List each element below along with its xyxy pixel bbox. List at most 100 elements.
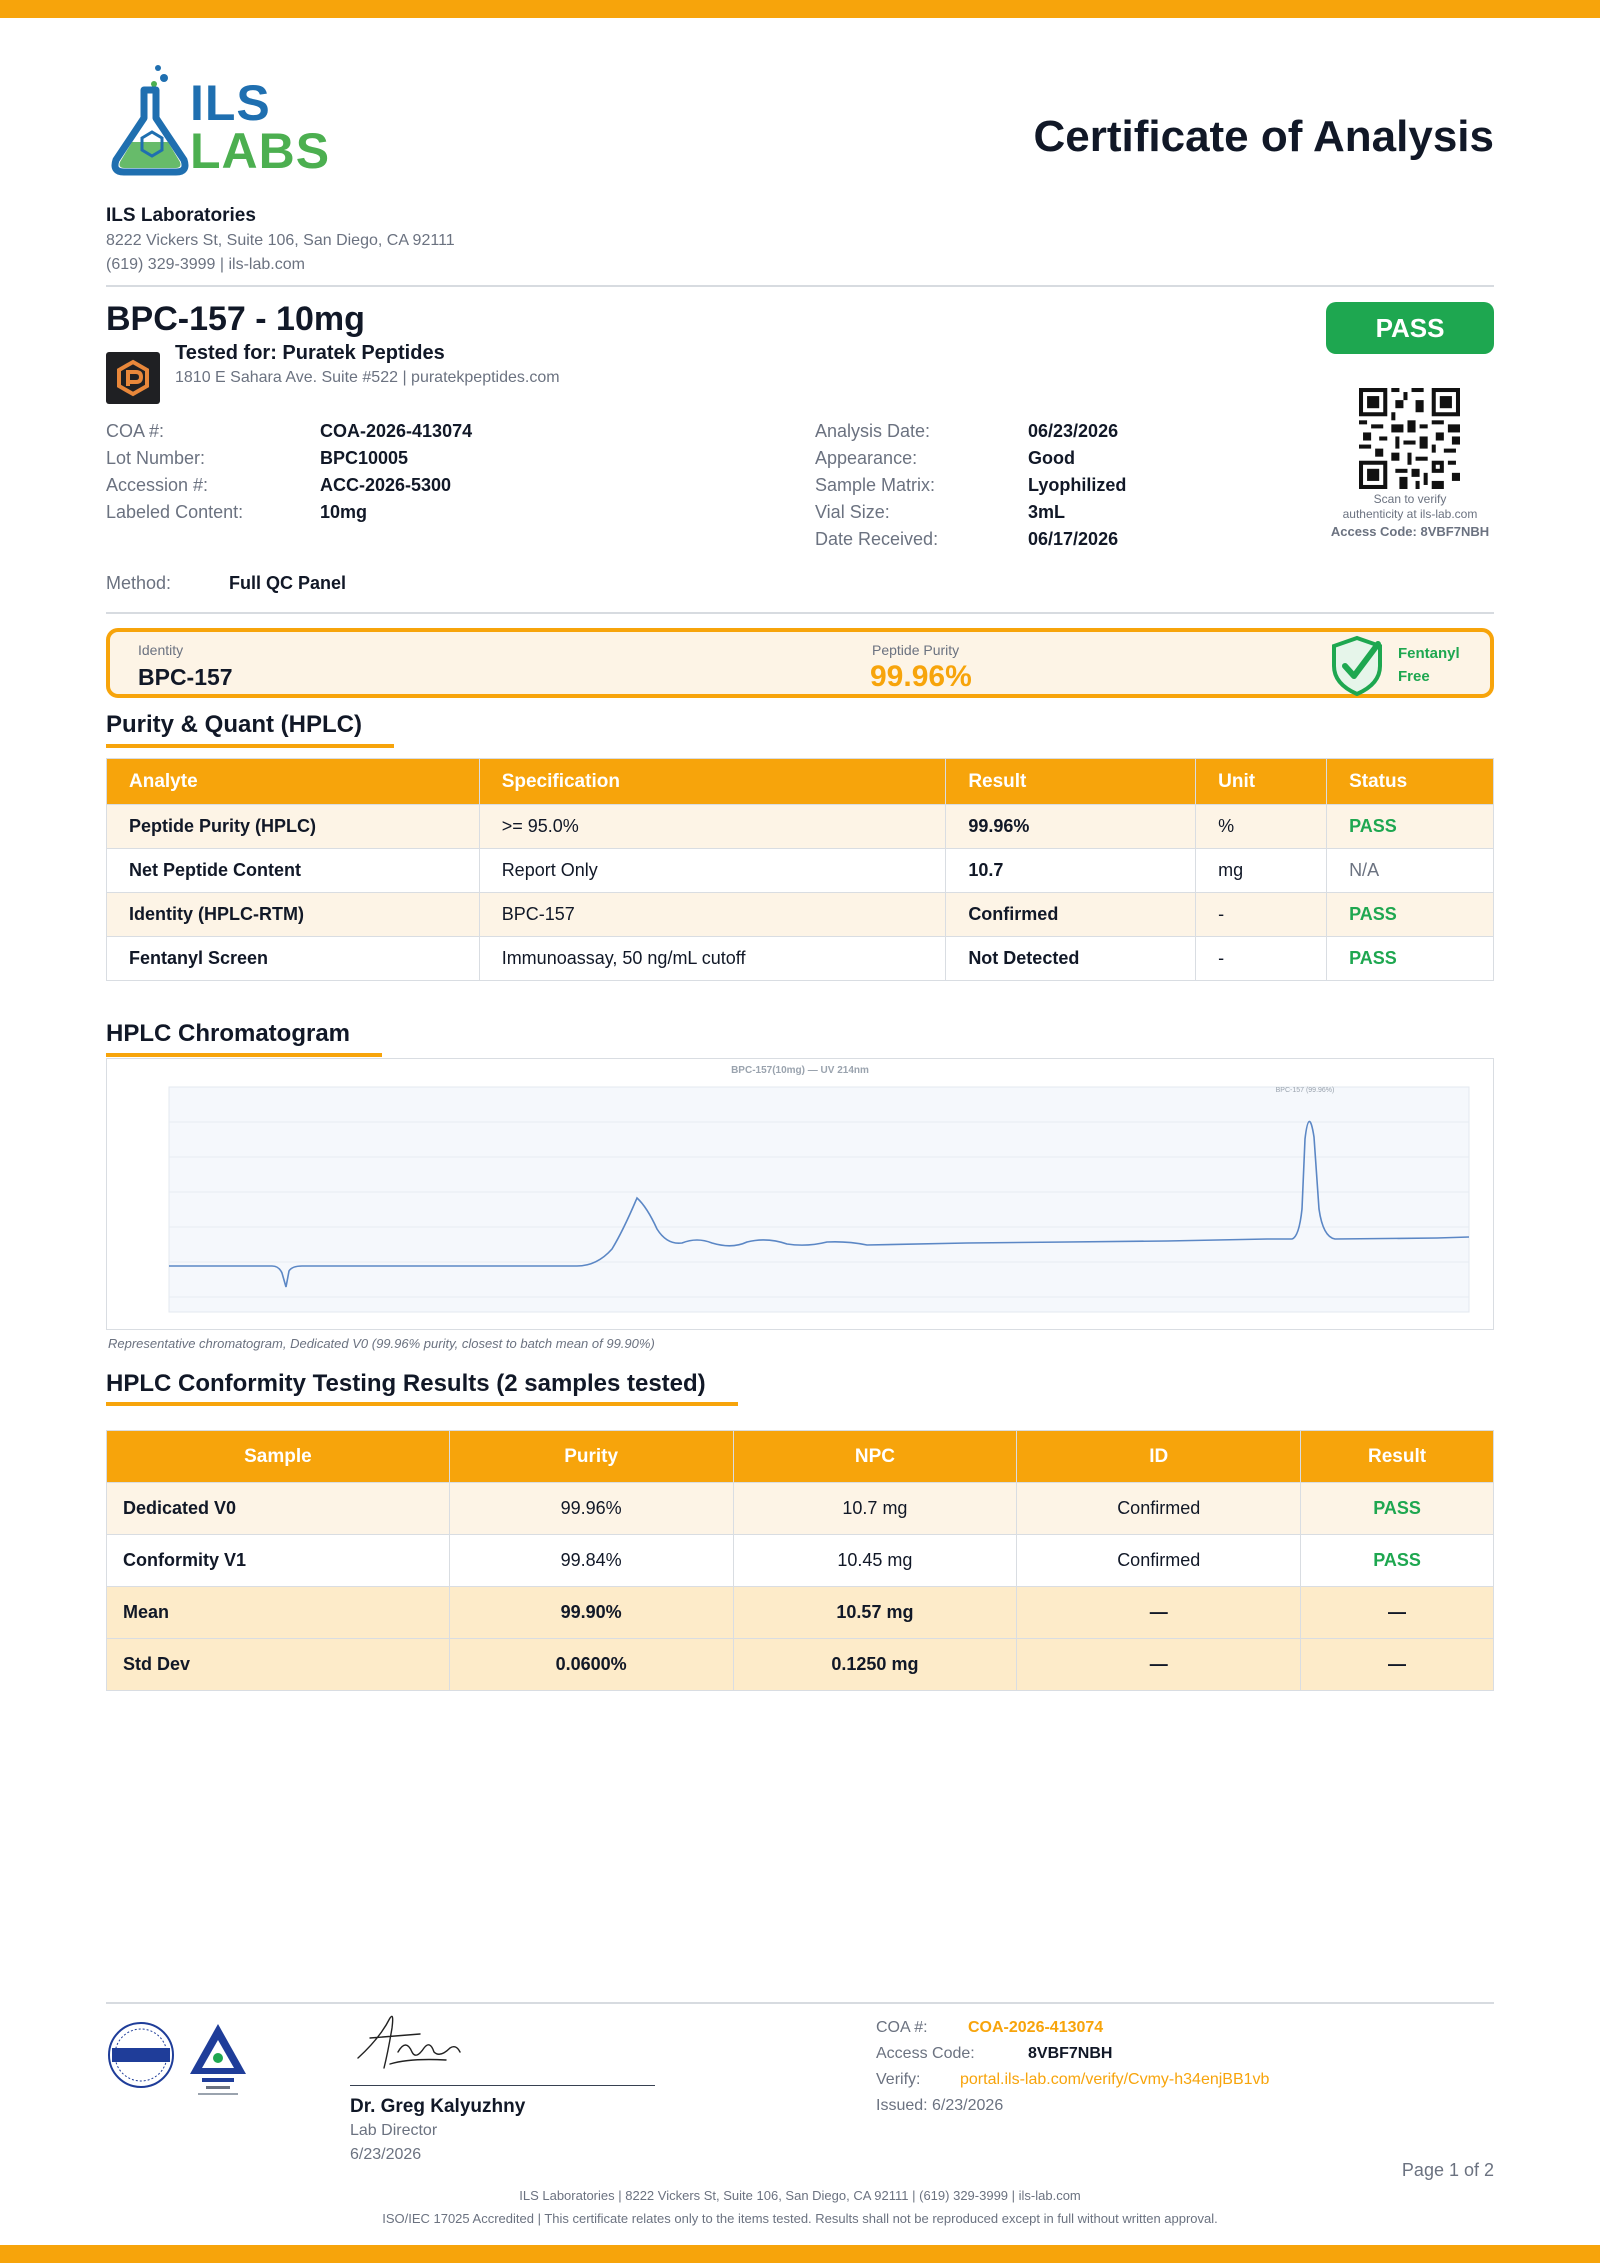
table-cell: — [1016, 1638, 1302, 1691]
table-cell: — [1016, 1586, 1302, 1639]
puratek-logo-icon [117, 359, 149, 397]
table-cell: 10.57 mg [732, 1586, 1018, 1639]
footer-coa-value: COA-2026-413074 [968, 2019, 1104, 2036]
document-title: Certificate of Analysis [1033, 112, 1494, 161]
purity-section-title: Purity & Quant (HPLC) [106, 711, 362, 738]
summary-box: Identity BPC-157 Peptide Purity 99.96% F… [106, 628, 1494, 698]
chromatogram-caption: Representative chromatogram, Dedicated V… [108, 1336, 655, 1351]
qr-code-icon[interactable] [1359, 388, 1460, 489]
conformity-section-title: HPLC Conformity Testing Results (2 sampl… [106, 1370, 706, 1397]
qr-caption: Scan to verify authenticity at ils-lab.c… [1326, 492, 1494, 522]
method-value: Full QC Panel [229, 573, 347, 593]
detail-coa: COA #: COA-2026-413074 [106, 418, 506, 445]
detail-vial-size: Vial Size: 3mL [815, 499, 1215, 526]
status-cell: PASS [1326, 804, 1494, 849]
method-row: Method: Full QC Panel [106, 570, 506, 597]
footer-coa-label: COA #: [876, 2019, 928, 2036]
footer-access-label: Access Code: [876, 2045, 975, 2062]
table-cell: Identity (HPLC-RTM) [106, 892, 480, 937]
footer-issued: Issued: 6/23/2026 [876, 2097, 1004, 2114]
verify-link[interactable]: portal.ils-lab.com/verify/Cvmy-h34enjBB1… [960, 2067, 1269, 2093]
table-row: Net Peptide Content Report Only 10.7 mg … [106, 848, 1494, 893]
status-cell: PASS [1326, 892, 1494, 937]
header-divider [106, 285, 1494, 287]
table-row: Std Dev 0.0600% 0.1250 mg — — [106, 1638, 1494, 1691]
identity-label: Identity [138, 642, 184, 658]
table-cell: 99.96% [448, 1482, 734, 1535]
table-cell: - [1195, 936, 1328, 981]
detail-appearance: Appearance: Good [815, 445, 1215, 472]
table-cell: 0.0600% [448, 1638, 734, 1691]
detail-value: 3mL [1028, 502, 1066, 522]
chromatogram-image: BPC-157(10mg) — UV 214nm BPC-157 (99.96%… [106, 1058, 1494, 1330]
footer-coa-row: COA #: COA-2026-413074 [876, 2015, 1476, 2041]
detail-analysis-date: Analysis Date: 06/23/2026 [815, 418, 1215, 445]
conformity-section-underline [106, 1402, 738, 1406]
details-divider [106, 612, 1494, 614]
column-header: NPC [732, 1430, 1018, 1483]
table-row: Peptide Purity (HPLC) >= 95.0% 99.96% % … [106, 804, 1494, 849]
table-cell: 10.45 mg [732, 1534, 1018, 1587]
footer-access-value: 8VBF7NBH [1028, 2045, 1113, 2062]
table-row: Identity (HPLC-RTM) BPC-157 Confirmed - … [106, 892, 1494, 937]
column-header: Unit [1195, 758, 1328, 805]
detail-label: Date Received: [815, 529, 939, 549]
table-cell: 99.90% [448, 1586, 734, 1639]
footer-disclaimer: ISO/IEC 17025 Accredited | This certific… [382, 2211, 1218, 2226]
footer-divider [106, 2002, 1494, 2004]
purity-value: 99.96% [870, 660, 972, 693]
table-cell: BPC-157 [478, 892, 947, 937]
detail-value: Good [1028, 448, 1075, 468]
table-cell: Mean [106, 1586, 450, 1639]
detail-value: 06/17/2026 [1028, 529, 1119, 549]
ilac-mra-icon [108, 2022, 174, 2088]
detail-label: Accession #: [106, 475, 209, 495]
top-accent-bar [0, 0, 1600, 18]
pjla-icon [190, 2024, 246, 2095]
purity-section-underline [106, 744, 394, 748]
table-cell: >= 95.0% [478, 804, 947, 849]
table-cell: Immunoassay, 50 ng/mL cutoff [478, 936, 947, 981]
detail-value: 10mg [320, 502, 368, 522]
status-cell: N/A [1326, 848, 1494, 893]
table-cell: Confirmed [945, 892, 1197, 937]
identity-value: BPC-157 [138, 664, 233, 690]
table-cell: Fentanyl Screen [106, 936, 480, 981]
column-header: Sample [106, 1430, 450, 1483]
chromatogram-plot-title: BPC-157(10mg) — UV 214nm [731, 1065, 869, 1076]
lab-address: 8222 Vickers St, Suite 106, San Diego, C… [106, 232, 455, 249]
table-header-row: Analyte Specification Result Unit Status [106, 758, 1494, 805]
fentanyl-label-line2: Free [1398, 668, 1430, 685]
lab-contact: (619) 329-3999 | ils-lab.com [106, 256, 305, 273]
purity-label: Peptide Purity [872, 642, 960, 658]
flask-icon [111, 65, 189, 176]
column-header: Result [1300, 1430, 1494, 1483]
lab-name: ILS Laboratories [106, 205, 256, 226]
column-header: ID [1016, 1430, 1302, 1483]
qr-caption-line2: authenticity at ils-lab.com [1342, 507, 1478, 521]
chromatogram-section-title: HPLC Chromatogram [106, 1020, 351, 1047]
logo-text-labs: LABS [190, 123, 331, 179]
detail-lot: Lot Number: BPC10005 [106, 445, 506, 472]
table-cell: 10.7 [945, 848, 1197, 893]
detail-accession: Accession #: ACC-2026-5300 [106, 472, 506, 499]
table-cell: mg [1195, 848, 1328, 893]
table-cell: Confirmed [1016, 1482, 1302, 1535]
detail-label: Appearance: [815, 448, 918, 468]
column-header: Purity [448, 1430, 734, 1483]
access-code-caption: Access Code: 8VBF7NBH [1330, 524, 1490, 539]
table-row: Fentanyl Screen Immunoassay, 50 ng/mL cu… [106, 936, 1494, 981]
detail-value: COA-2026-413074 [320, 421, 473, 441]
table-cell: — [1300, 1638, 1494, 1691]
table-header-row: Sample Purity NPC ID Result [106, 1430, 1494, 1483]
column-header: Result [945, 758, 1197, 805]
column-header: Specification [478, 758, 947, 805]
tested-for: Tested for: Puratek Peptides [175, 342, 445, 364]
detail-label: Sample Matrix: [815, 475, 936, 495]
detail-label: Lot Number: [106, 448, 206, 468]
fentanyl-free-label: Fentanyl Free [1398, 642, 1478, 688]
client-address: 1810 E Sahara Ave. Suite #522 | puratekp… [175, 369, 560, 386]
table-cell: Peptide Purity (HPLC) [106, 804, 480, 849]
table-cell: 10.7 mg [732, 1482, 1018, 1535]
signer-name: Dr. Greg Kalyuzhny [350, 2096, 526, 2117]
